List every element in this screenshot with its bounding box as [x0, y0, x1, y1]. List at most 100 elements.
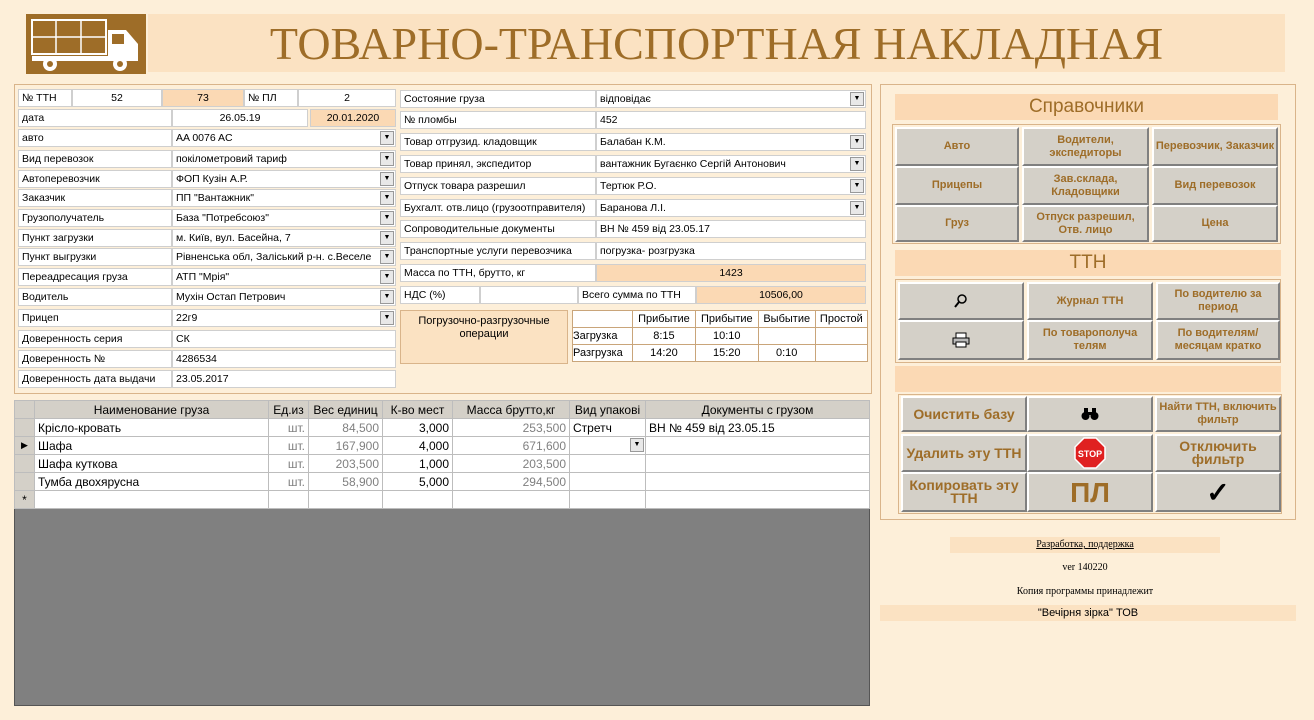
table-cell[interactable]: шт.	[268, 454, 309, 473]
table-cell[interactable]: Стретч	[569, 418, 646, 437]
table-cell[interactable]: Крісло-кровать	[34, 418, 269, 437]
left-field-value[interactable]: Рівненська обл, Заліський р-н. с.Веселе ▼	[172, 248, 396, 266]
ops-load-departure[interactable]: 10:10	[694, 327, 759, 345]
new-row-cell[interactable]	[34, 490, 269, 509]
grid-header-packaging[interactable]: Вид упакові	[569, 400, 646, 419]
table-cell[interactable]: шт.	[268, 472, 309, 491]
table-cell[interactable]: 4,000	[382, 436, 453, 455]
pl-number[interactable]: 2	[298, 89, 396, 107]
mid-field-value[interactable]: 452	[596, 111, 866, 129]
ops-load-arrival[interactable]: 8:15	[632, 327, 696, 345]
row-selector[interactable]	[14, 454, 35, 473]
cargo-button[interactable]: Груз	[895, 205, 1019, 242]
search-button[interactable]	[898, 282, 1024, 320]
table-cell[interactable]: шт.	[268, 436, 309, 455]
left-field-value[interactable]: м. Київ, вул. Басейна, 7 ▼	[172, 229, 396, 247]
mid-field-value[interactable]: погрузка- розгрузка	[596, 242, 866, 260]
mid-field-value[interactable]: Балабан К.М. ▼	[596, 133, 866, 151]
table-cell[interactable]	[645, 472, 870, 491]
table-cell[interactable]	[569, 454, 646, 473]
trailers-button[interactable]: Прицепы	[895, 166, 1019, 205]
dropdown-arrow-icon[interactable]: ▼	[850, 92, 864, 106]
table-cell[interactable]	[569, 472, 646, 491]
table-cell[interactable]: 58,900	[308, 472, 383, 491]
table-cell[interactable]: 294,500	[452, 472, 570, 491]
dropdown-arrow-icon[interactable]: ▼	[630, 438, 644, 452]
by-driver-period-button[interactable]: По водителю за период	[1156, 282, 1280, 320]
print-button[interactable]	[898, 320, 1024, 360]
left-field-value[interactable]: СК	[172, 330, 396, 348]
disable-filter-button[interactable]: Отключить фильтр	[1155, 434, 1281, 472]
left-field-value[interactable]: 4286534	[172, 350, 396, 368]
dev-support-link[interactable]: Разработка, поддержка	[950, 537, 1220, 553]
table-cell[interactable]	[645, 454, 870, 473]
dropdown-arrow-icon[interactable]: ▼	[380, 191, 394, 205]
auto-button[interactable]: Авто	[895, 127, 1019, 166]
transport-type-button[interactable]: Вид перевозок	[1152, 166, 1278, 205]
current-row-pointer-icon[interactable]: ▶	[14, 436, 35, 455]
left-field-value[interactable]: AA 0076 AC ▼	[172, 129, 396, 147]
table-cell[interactable]: 3,000	[382, 418, 453, 437]
new-row-cell[interactable]	[569, 490, 646, 509]
dropdown-arrow-icon[interactable]: ▼	[380, 152, 394, 166]
table-cell[interactable]: ВН № 459 від 23.05.15	[645, 418, 870, 437]
storekeepers-button[interactable]: Зав.склада, Кладовщики	[1022, 166, 1149, 205]
vat-field[interactable]	[480, 286, 578, 304]
price-button[interactable]: Цена	[1152, 205, 1278, 242]
left-field-value[interactable]: База "Потребсоюз" ▼	[172, 209, 396, 227]
grid-header-gross-mass[interactable]: Масса брутто,кг	[452, 400, 570, 419]
new-row-cell[interactable]	[645, 490, 870, 509]
ops-unload-arrival[interactable]: 14:20	[632, 344, 696, 362]
dropdown-arrow-icon[interactable]: ▼	[380, 311, 394, 325]
dropdown-arrow-icon[interactable]: ▼	[380, 231, 394, 245]
confirm-button[interactable]: ✓	[1155, 472, 1281, 512]
ttn-number[interactable]: 52	[72, 89, 162, 107]
ops-load-idle[interactable]	[757, 327, 816, 345]
stop-button[interactable]: STOP	[1027, 434, 1153, 472]
grid-header-places[interactable]: К-во мест	[382, 400, 453, 419]
dropdown-arrow-icon[interactable]: ▼	[380, 172, 394, 186]
dropdown-arrow-icon[interactable]: ▼	[380, 250, 394, 264]
grid-header-unit[interactable]: Ед.из	[268, 400, 309, 419]
copy-ttn-button[interactable]: Копировать эту ТТН	[901, 472, 1027, 512]
ttn-journal-button[interactable]: Журнал ТТН	[1027, 282, 1153, 320]
table-cell[interactable]: 203,500	[308, 454, 383, 473]
ops-unload-departure[interactable]: 15:20	[694, 344, 759, 362]
mid-field-value[interactable]: Тертюк Р.О. ▼	[596, 177, 866, 195]
dropdown-arrow-icon[interactable]: ▼	[850, 201, 864, 215]
ops-unload-idle[interactable]: 0:10	[757, 344, 816, 362]
left-field-value[interactable]: ФОП Кузін А.Р. ▼	[172, 170, 396, 188]
new-row-cell[interactable]	[452, 490, 570, 509]
table-cell[interactable]: шт.	[268, 418, 309, 437]
left-field-value[interactable]: АТП "Мрія" ▼	[172, 268, 396, 286]
table-row[interactable]: Шафа куткова шт. 203,500 1,000 203,500	[14, 454, 870, 473]
table-cell[interactable]	[645, 436, 870, 455]
dropdown-arrow-icon[interactable]: ▼	[380, 131, 394, 145]
dropdown-arrow-icon[interactable]: ▼	[380, 211, 394, 225]
left-field-value[interactable]: Мухін Остап Петрович ▼	[172, 288, 396, 306]
mid-field-value[interactable]: вантажник Бугаєнко Сергій Антонович ▼	[596, 155, 866, 173]
grid-header-unit-weight[interactable]: Вес единиц	[308, 400, 383, 419]
left-field-value[interactable]: ПП "Вантажник" ▼	[172, 189, 396, 207]
table-cell[interactable]: 671,600	[452, 436, 570, 455]
table-cell[interactable]: ▼	[569, 436, 646, 455]
table-row[interactable]: Тумба двохярусна шт. 58,900 5,000 294,500	[14, 472, 870, 491]
row-selector[interactable]	[14, 418, 35, 437]
by-recipients-button[interactable]: По товарополуча телям	[1027, 320, 1153, 360]
dropdown-arrow-icon[interactable]: ▼	[850, 157, 864, 171]
new-row-cell[interactable]	[308, 490, 383, 509]
clear-database-button[interactable]: Очистить базу	[901, 396, 1027, 432]
table-row[interactable]: Крісло-кровать шт. 84,500 3,000 253,500 Стрет…	[14, 418, 870, 437]
grid-header-documents[interactable]: Документы с грузом	[645, 400, 870, 419]
left-field-value[interactable]: 22г9 ▼	[172, 309, 396, 327]
table-cell[interactable]: Тумба двохярусна	[34, 472, 269, 491]
find-ttn-filter-button[interactable]: Найти ТТН, включить фильтр	[1155, 396, 1281, 432]
release-authorized-button[interactable]: Отпуск разрешил, Отв. лицо	[1022, 205, 1149, 242]
table-row[interactable]: ▶ Шафа шт. 167,900 4,000 671,600 ▼	[14, 436, 870, 455]
delete-ttn-button[interactable]: Удалить эту ТТН	[901, 434, 1027, 472]
row-selector[interactable]	[14, 472, 35, 491]
table-cell[interactable]: Шафа куткова	[34, 454, 269, 473]
by-drivers-months-button[interactable]: По водителям/ месяцам кратко	[1156, 320, 1280, 360]
date-field[interactable]: 26.05.19	[172, 109, 308, 127]
table-cell[interactable]: 5,000	[382, 472, 453, 491]
